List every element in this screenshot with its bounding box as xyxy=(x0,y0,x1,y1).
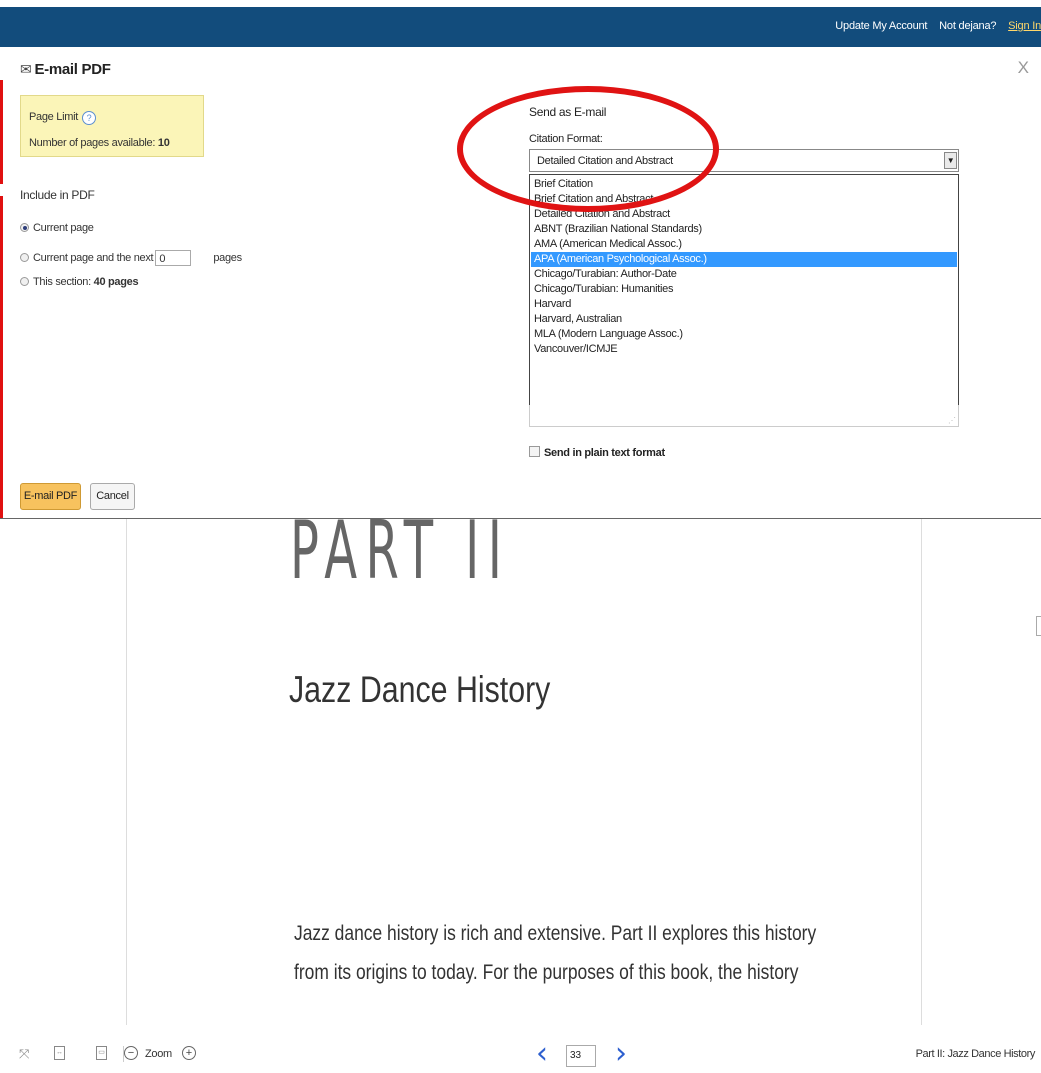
sign-in-link[interactable]: Sign In xyxy=(1008,20,1041,32)
page-limit-box: Page Limit? Number of pages available: 1… xyxy=(20,95,204,157)
prev-page-icon[interactable]: ‹ xyxy=(536,1036,548,1071)
dialog-title-text: E-mail PDF xyxy=(34,61,111,78)
option-harvard[interactable]: Harvard xyxy=(531,297,957,312)
envelope-icon: ✉ xyxy=(20,61,32,77)
account-links: Update My Account Not dejana? Sign In xyxy=(826,20,1041,32)
plain-text-option[interactable]: Send in plain text format xyxy=(529,446,665,459)
radio-current-and-next-label: Current page and the next xyxy=(33,251,154,264)
radio-current-and-next-button[interactable] xyxy=(20,252,29,262)
citation-format-options: Brief Citation Brief Citation and Abstra… xyxy=(529,174,959,406)
dialog-title: ✉ E-mail PDF xyxy=(20,61,111,78)
left-annotation-bar-top xyxy=(0,80,3,184)
pages-suffix-label: pages xyxy=(213,251,242,264)
update-account-link[interactable]: Update My Account xyxy=(835,20,927,32)
option-detailed-citation-abstract[interactable]: Detailed Citation and Abstract xyxy=(531,207,957,222)
option-brief-citation-abstract[interactable]: Brief Citation and Abstract xyxy=(531,192,957,207)
zoom-out-icon[interactable]: − xyxy=(124,1046,138,1060)
fit-width-icon[interactable]: ↔ xyxy=(54,1046,65,1060)
collapse-icon[interactable]: ⤧ xyxy=(19,1047,29,1061)
help-icon[interactable]: ? xyxy=(81,111,96,125)
chapter-title: Jazz Dance History xyxy=(289,669,551,710)
part-title: PART II xyxy=(290,519,511,597)
side-panel-tab[interactable] xyxy=(1036,616,1041,636)
option-chicago-humanities[interactable]: Chicago/Turabian: Humanities xyxy=(531,282,957,297)
plain-text-label: Send in plain text format xyxy=(544,447,665,459)
fit-page-icon[interactable]: ▭ xyxy=(96,1046,107,1060)
document-viewer[interactable]: PART II Jazz Dance History Jazz dance hi… xyxy=(0,519,1041,1025)
radio-this-section[interactable]: This section: 40 pages xyxy=(20,276,139,288)
top-header-bar: Update My Account Not dejana? Sign In xyxy=(0,7,1041,47)
option-abnt[interactable]: ABNT (Brazilian National Standards) xyxy=(531,222,957,237)
option-mla[interactable]: MLA (Modern Language Assoc.) xyxy=(531,327,957,342)
body-text-line: from its origins to today. For the purpo… xyxy=(294,961,799,984)
option-brief-citation[interactable]: Brief Citation xyxy=(531,177,957,192)
page-right-edge xyxy=(921,519,922,1025)
citation-format-label: Citation Format: xyxy=(529,133,603,145)
citation-format-select[interactable]: Detailed Citation and Abstract ▼ xyxy=(529,149,959,172)
page-left-edge xyxy=(126,519,127,1025)
not-user-link[interactable]: Not dejana? xyxy=(939,20,996,32)
radio-current-page[interactable]: Current page xyxy=(20,222,94,234)
next-pages-input[interactable]: 0 xyxy=(155,250,192,266)
radio-this-section-label: This section: xyxy=(33,276,91,288)
page-limit-heading: Page Limit? xyxy=(29,111,96,125)
pages-available: Number of pages available: 10 xyxy=(29,137,170,149)
radio-current-and-next[interactable]: Current page and the next 0 pages xyxy=(20,250,242,266)
body-text-line: Jazz dance history is rich and extensive… xyxy=(294,922,817,945)
option-apa[interactable]: APA (American Psychological Assoc.) xyxy=(531,252,957,267)
radio-current-page-button[interactable] xyxy=(20,223,29,232)
dropdown-arrow-icon[interactable]: ▼ xyxy=(944,152,957,169)
radio-this-section-button[interactable] xyxy=(20,277,29,286)
include-in-pdf-label: Include in PDF xyxy=(20,188,95,202)
option-ama[interactable]: AMA (American Medical Assoc.) xyxy=(531,237,957,252)
option-harvard-australian[interactable]: Harvard, Australian xyxy=(531,312,957,327)
option-chicago-author-date[interactable]: Chicago/Turabian: Author-Date xyxy=(531,267,957,282)
plain-text-checkbox[interactable] xyxy=(529,446,540,457)
radio-current-page-label: Current page xyxy=(33,222,94,234)
send-as-email-heading: Send as E-mail xyxy=(529,105,607,119)
resize-grip-icon[interactable]: ⋰ xyxy=(948,416,956,425)
option-vancouver[interactable]: Vancouver/ICMJE xyxy=(531,342,957,357)
this-section-count: 40 pages xyxy=(93,276,139,288)
page-limit-label: Page Limit xyxy=(29,111,78,123)
zoom-in-icon[interactable]: + xyxy=(182,1046,196,1060)
close-dialog-button[interactable]: X xyxy=(1018,58,1029,78)
email-pdf-button[interactable]: E-mail PDF xyxy=(20,483,81,510)
email-message-textarea[interactable]: ⋰ xyxy=(529,405,959,427)
cancel-button[interactable]: Cancel xyxy=(90,483,135,510)
pages-available-count: 10 xyxy=(157,137,170,149)
viewer-toolbar: ⤧ ↔ ▭ − Zoom + ‹ 33 › Part II: Jazz Danc… xyxy=(0,1026,1041,1073)
pages-available-text: Number of pages available: xyxy=(29,137,156,149)
zoom-label: Zoom xyxy=(145,1048,172,1060)
citation-format-value: Detailed Citation and Abstract xyxy=(537,155,673,167)
next-page-icon[interactable]: › xyxy=(615,1036,627,1071)
page-number-input[interactable]: 33 xyxy=(566,1045,596,1067)
page-caption: Part II: Jazz Dance History xyxy=(915,1048,1036,1060)
